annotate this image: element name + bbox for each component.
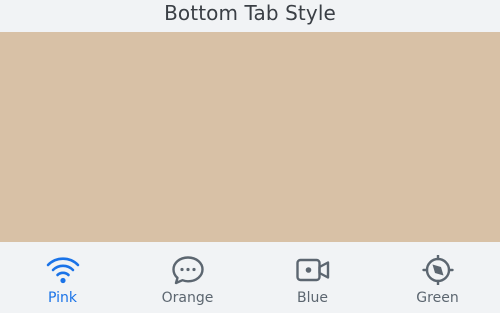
tab-pink[interactable]: Pink [0, 242, 125, 313]
video-camera-icon [295, 255, 331, 285]
wifi-icon [45, 255, 81, 285]
tab-label-green: Green [416, 290, 459, 306]
title-bar: Bottom Tab Style [0, 0, 500, 32]
chat-bubble-icon [170, 255, 206, 285]
compass-icon [420, 255, 456, 285]
content-area [0, 32, 500, 242]
page-title: Bottom Tab Style [164, 1, 336, 25]
tab-green[interactable]: Green [375, 242, 500, 313]
tab-label-orange: Orange [161, 290, 214, 306]
tab-label-pink: Pink [47, 290, 77, 306]
tab-orange[interactable]: Orange [125, 242, 250, 313]
bottom-tab-bar: Pink Orange Blue Green [0, 242, 500, 313]
tab-blue[interactable]: Blue [250, 242, 375, 313]
tab-label-blue: Blue [297, 290, 328, 306]
